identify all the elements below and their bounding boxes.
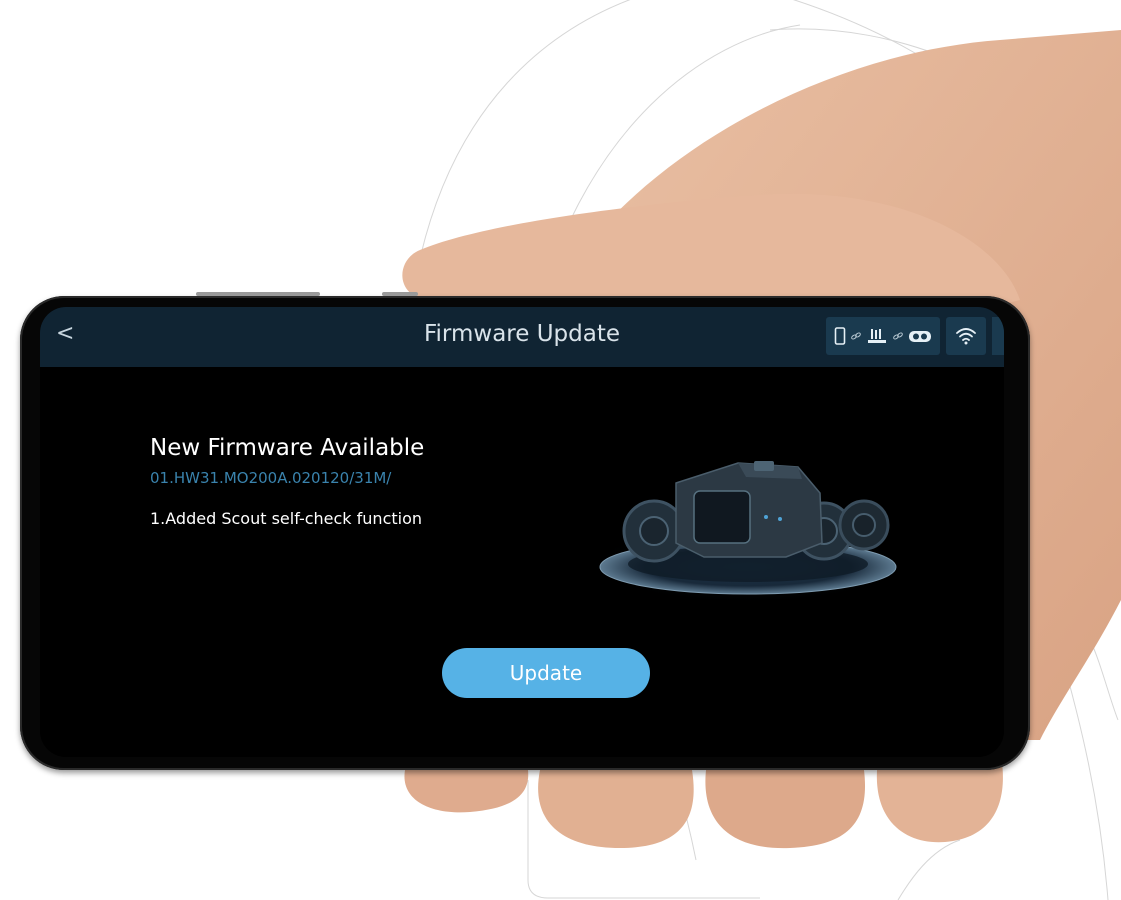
connection-status[interactable]: [826, 317, 940, 355]
finger-3: [705, 770, 866, 849]
wifi-status[interactable]: [946, 317, 986, 355]
finger-2: [538, 770, 694, 848]
release-note: 1.Added Scout self-check function: [150, 509, 423, 528]
app-screen: < Firmware Update New Firmware Available…: [40, 307, 1004, 757]
wifi-icon: [956, 328, 976, 345]
finger-1: [404, 770, 529, 813]
volume-button: [196, 292, 320, 296]
update-button[interactable]: Update: [442, 648, 650, 698]
phone-icon: [834, 327, 846, 345]
firmware-version: 01.HW31.MO200A.020120/31M/: [150, 469, 392, 487]
link-icon: [893, 332, 903, 340]
power-button: [382, 292, 418, 296]
goggles-icon: [909, 331, 931, 342]
router-icon: [868, 329, 886, 343]
robot-wheel: [838, 499, 890, 551]
firmware-heading: New Firmware Available: [150, 435, 425, 461]
top-bar: < Firmware Update: [40, 307, 1004, 367]
robot-screen: [693, 490, 751, 544]
link-icon: [851, 332, 861, 340]
robot-image: [588, 461, 908, 604]
status-edge: [992, 317, 1004, 355]
robot-wheel: [622, 499, 686, 563]
